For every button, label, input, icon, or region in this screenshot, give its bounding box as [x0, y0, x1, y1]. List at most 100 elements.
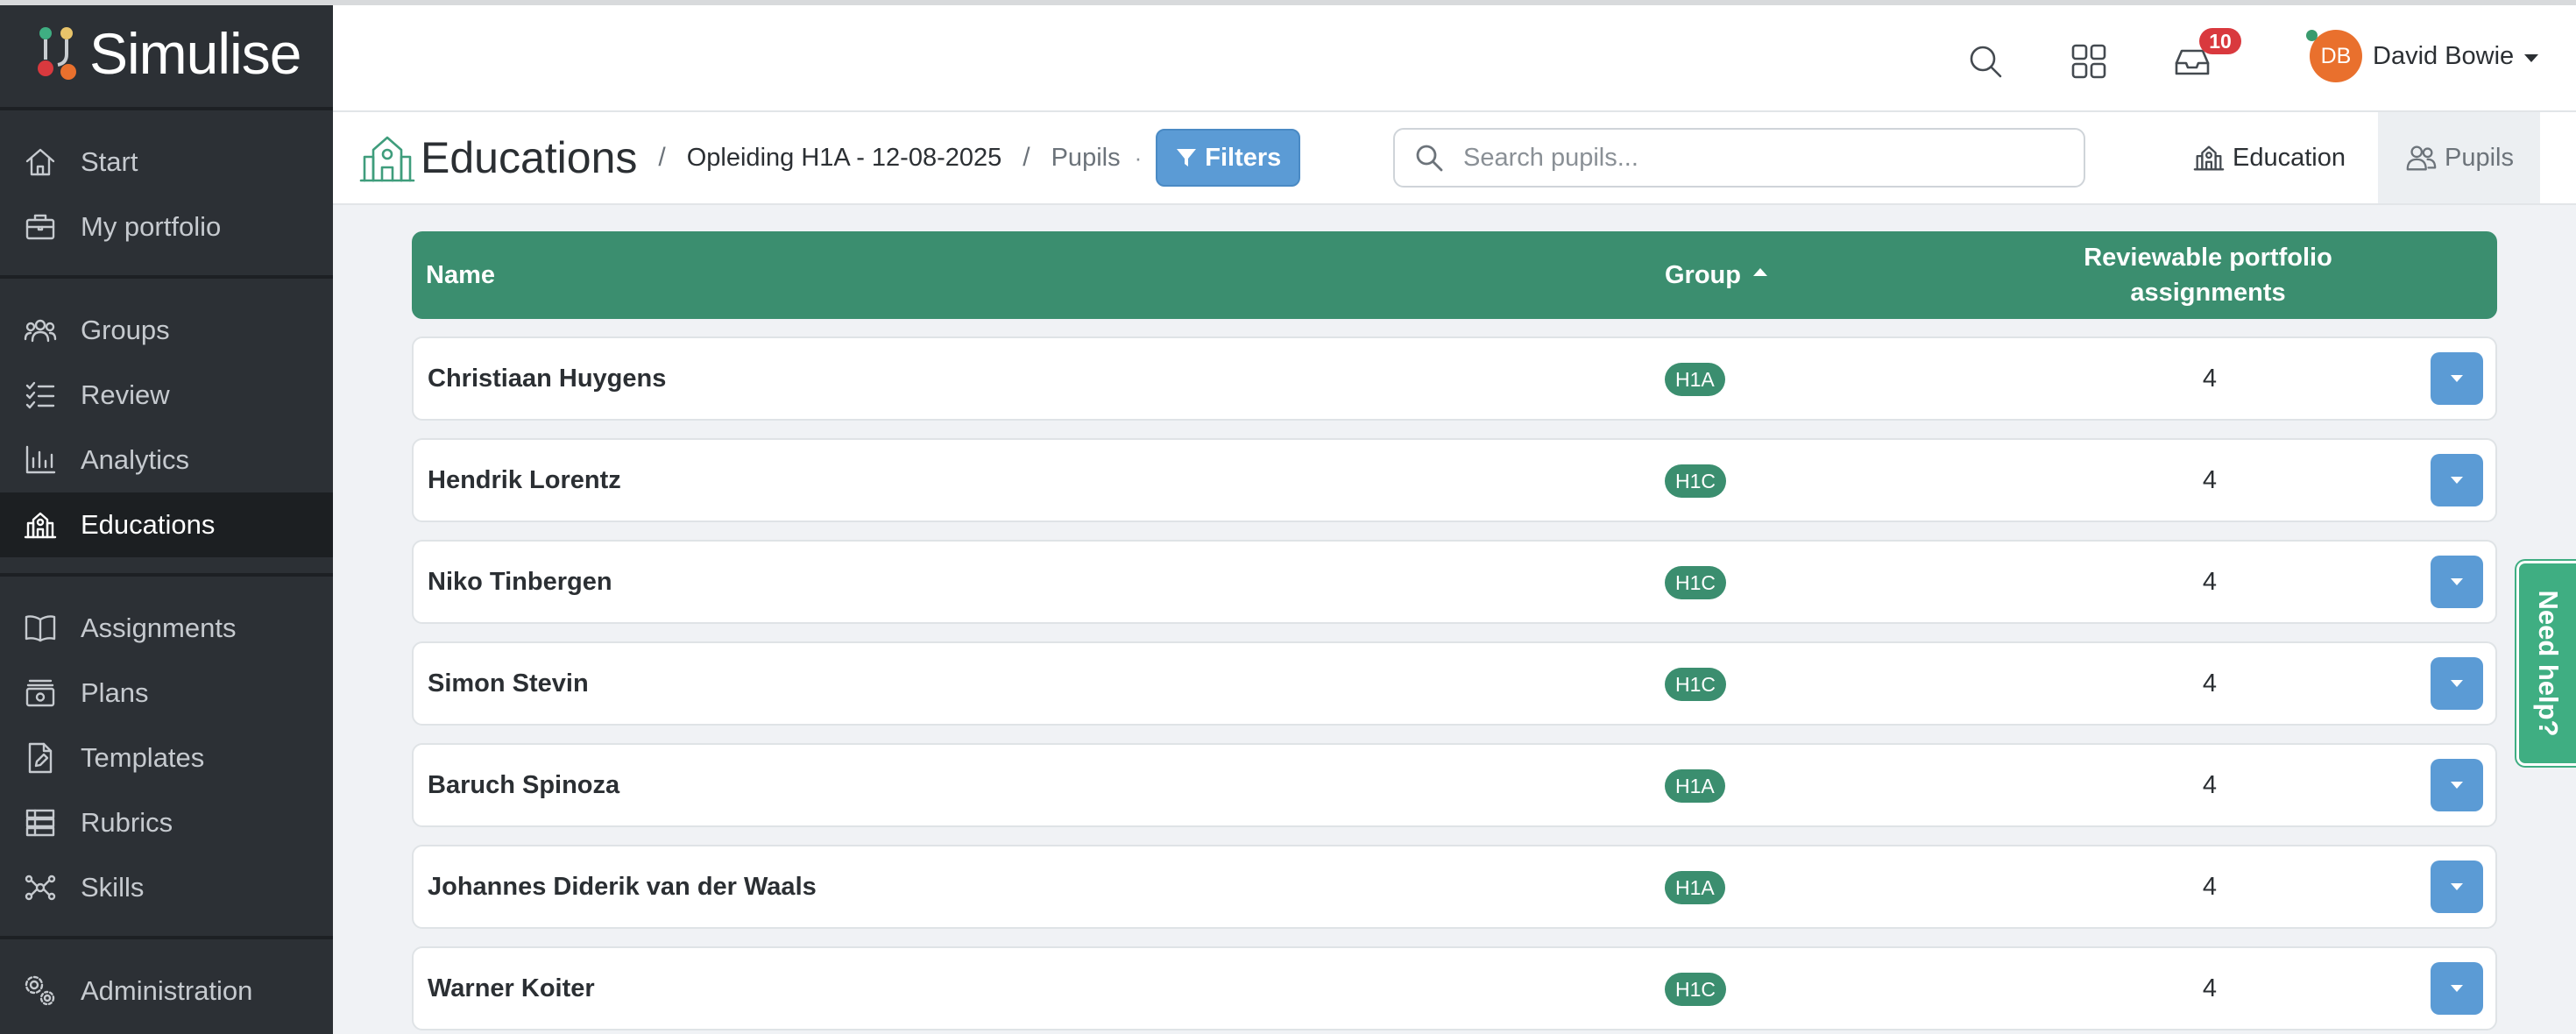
sidebar-item-label: Skills: [81, 872, 145, 903]
sidebar-item-analytics[interactable]: Analytics: [0, 428, 333, 492]
sidebar-item-groups[interactable]: Groups: [0, 298, 333, 363]
nav-group-admin: Administration: [0, 939, 333, 1034]
reviewable-count: 4: [2202, 770, 2218, 799]
user-menu[interactable]: DB David Bowie: [2306, 30, 2539, 82]
sidebar-item-label: Templates: [81, 742, 205, 773]
pupil-name[interactable]: Johannes Diderik van der Waals: [428, 846, 817, 927]
chevron-down-icon: [2451, 985, 2463, 992]
row-actions-button[interactable]: [2431, 860, 2483, 913]
sidebar-item-label: Analytics: [81, 444, 190, 475]
column-header-name[interactable]: Name: [426, 231, 495, 319]
filters-button[interactable]: Filters: [1156, 129, 1301, 187]
users-icon: [2406, 145, 2437, 171]
sidebar: Simulise Start My portfolio Groups Revie…: [0, 0, 333, 1034]
chevron-down-icon: [2451, 680, 2463, 687]
table-row[interactable]: Simon Stevin H1C 4: [412, 641, 2497, 726]
sidebar-item-label: Review: [81, 379, 170, 410]
row-actions-button[interactable]: [2431, 556, 2483, 608]
sidebar-item-assignments[interactable]: Assignments: [0, 596, 333, 661]
group-badge: H1C: [1665, 973, 1727, 1006]
sidebar-item-my-portfolio[interactable]: My portfolio: [0, 195, 333, 259]
simulise-logo-icon: [33, 25, 88, 82]
column-header-reviewable[interactable]: Reviewable portfolio assignments: [2042, 231, 2374, 319]
column-header-label: Reviewable portfolio assignments: [2084, 244, 2332, 307]
breadcrumb-current: Pupils: [1051, 143, 1121, 172]
group-badge: H1C: [1665, 464, 1727, 498]
row-actions-button[interactable]: [2431, 454, 2483, 506]
briefcase-icon: [21, 208, 60, 246]
sidebar-item-plans[interactable]: Plans: [0, 661, 333, 726]
tab-education-label: Education: [2233, 143, 2346, 172]
search-icon[interactable]: [1963, 39, 2008, 84]
nav-group-personal: Start My portfolio: [0, 110, 333, 279]
table-row[interactable]: Warner Koiter H1C 4: [412, 946, 2497, 1030]
search-field[interactable]: [1393, 128, 2085, 188]
sidebar-item-templates[interactable]: Templates: [0, 726, 333, 790]
reviewable-count: 4: [2202, 567, 2218, 596]
chevron-down-icon: [2451, 375, 2463, 382]
row-actions-button[interactable]: [2431, 759, 2483, 811]
column-header-group[interactable]: Group: [1665, 231, 1767, 319]
reviewable-count: 4: [2202, 974, 2218, 1002]
search-icon: [1416, 145, 1443, 172]
breadcrumb-education[interactable]: Opleiding H1A - 12-08-2025: [687, 144, 1002, 173]
search-input[interactable]: [1463, 143, 2059, 173]
page-toolbar: Educations / Opleiding H1A - 12-08-2025 …: [333, 112, 2576, 205]
nav-group-content: Assignments Plans Templates Rubrics Skil…: [0, 577, 333, 939]
pupil-name[interactable]: Niko Tinbergen: [428, 542, 612, 622]
sidebar-item-label: Rubrics: [81, 807, 173, 838]
chevron-down-icon: [2451, 578, 2463, 585]
reviewable-count: 4: [2202, 465, 2218, 494]
book-icon: [21, 609, 60, 648]
group-badge: H1C: [1665, 668, 1727, 701]
table-row[interactable]: Niko Tinbergen H1C 4: [412, 540, 2497, 624]
row-actions-button[interactable]: [2431, 962, 2483, 1015]
sidebar-item-label: Administration: [81, 975, 253, 1006]
table-row[interactable]: Johannes Diderik van der Waals H1A 4: [412, 845, 2497, 929]
users-icon: [21, 311, 60, 350]
notification-badge: 10: [2199, 28, 2241, 54]
breadcrumb-separator: /: [1023, 143, 1030, 172]
skills-icon: [21, 868, 60, 907]
file-pen-icon: [21, 739, 60, 777]
sidebar-item-administration[interactable]: Administration: [0, 959, 333, 1023]
table-row[interactable]: Hendrik Lorentz H1C 4: [412, 438, 2497, 522]
pupil-name[interactable]: Christiaan Huygens: [428, 338, 666, 419]
sidebar-item-rubrics[interactable]: Rubrics: [0, 790, 333, 855]
gears-icon: [21, 972, 60, 1010]
column-header-label: Name: [426, 260, 495, 289]
sidebar-item-educations[interactable]: Educations: [0, 492, 333, 557]
row-actions-button[interactable]: [2431, 352, 2483, 405]
tab-education[interactable]: Education: [2166, 112, 2372, 203]
breadcrumb: Educations / Opleiding H1A - 12-08-2025 …: [359, 129, 1301, 187]
plans-icon: [21, 674, 60, 712]
sidebar-item-start[interactable]: Start: [0, 130, 333, 195]
brand[interactable]: Simulise: [0, 0, 333, 110]
breadcrumb-dot: ·: [1134, 144, 1143, 171]
apps-grid-icon[interactable]: [2066, 39, 2112, 84]
rubric-icon: [21, 804, 60, 842]
table-row[interactable]: Baruch Spinoza H1A 4: [412, 743, 2497, 827]
need-help-button[interactable]: Need help?: [2516, 561, 2576, 766]
pupil-name[interactable]: Warner Koiter: [428, 948, 595, 1029]
top-border: [0, 0, 2576, 5]
pupil-name[interactable]: Simon Stevin: [428, 643, 589, 724]
page-title[interactable]: Educations: [421, 132, 637, 183]
group-badge: H1A: [1665, 871, 1725, 904]
bar-chart-icon: [21, 441, 60, 479]
tab-pupils[interactable]: Pupils: [2378, 112, 2540, 203]
school-icon: [21, 506, 60, 544]
sidebar-item-review[interactable]: Review: [0, 363, 333, 428]
sidebar-item-label: Assignments: [81, 613, 237, 643]
pupil-name[interactable]: Hendrik Lorentz: [428, 440, 621, 521]
top-header: 10 DB David Bowie: [333, 5, 2576, 112]
sidebar-item-skills[interactable]: Skills: [0, 855, 333, 920]
pupil-name[interactable]: Baruch Spinoza: [428, 745, 619, 825]
table-row[interactable]: Christiaan Huygens H1A 4: [412, 336, 2497, 421]
caret-down-icon: [2524, 53, 2539, 62]
group-badge: H1A: [1665, 769, 1725, 803]
nav-group-teaching: Groups Review Analytics Educations: [0, 279, 333, 577]
row-actions-button[interactable]: [2431, 657, 2483, 710]
sidebar-item-label: Start: [81, 146, 138, 177]
group-badge: H1C: [1665, 566, 1727, 599]
